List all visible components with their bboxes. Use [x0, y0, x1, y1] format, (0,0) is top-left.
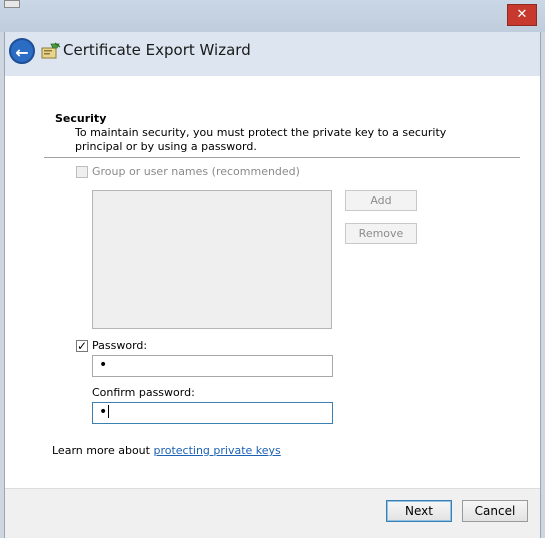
background-window-icon [4, 0, 20, 8]
group-or-user-label: Group or user names (recommended) [92, 165, 300, 178]
section-heading: Security [55, 112, 107, 125]
certificate-wizard-icon [41, 42, 61, 59]
protecting-private-keys-link[interactable]: protecting private keys [153, 444, 280, 457]
next-button[interactable]: Next [386, 500, 452, 522]
divider [44, 157, 520, 158]
wizard-title: Certificate Export Wizard [63, 41, 251, 59]
group-or-user-checkbox[interactable] [76, 166, 88, 178]
group-user-listbox[interactable] [92, 190, 332, 329]
confirm-password-field[interactable]: • [92, 402, 333, 424]
learn-more-text: Learn more about protecting private keys [52, 444, 281, 457]
certificate-export-wizard-dialog: ← Certificate Export Wizard Security To … [4, 32, 541, 538]
confirm-password-mask: • [99, 404, 108, 420]
background-window-titlebar: ✕ [0, 0, 545, 32]
close-icon[interactable]: ✕ [507, 4, 537, 26]
learn-more-prefix: Learn more about [52, 444, 154, 457]
password-checkbox[interactable]: ✓ [76, 340, 88, 352]
wizard-footer: Next Cancel [5, 488, 540, 538]
confirm-password-label: Confirm password: [92, 386, 195, 399]
password-label: Password: [92, 339, 148, 352]
password-mask: • [99, 357, 108, 373]
back-arrow-icon[interactable]: ← [9, 38, 35, 64]
wizard-header: ← Certificate Export Wizard [5, 32, 540, 76]
add-button[interactable]: Add [345, 190, 417, 211]
remove-button[interactable]: Remove [345, 223, 417, 244]
cancel-button[interactable]: Cancel [462, 500, 528, 522]
text-caret [108, 405, 110, 418]
password-field[interactable]: • [92, 355, 333, 377]
section-description: To maintain security, you must protect t… [75, 126, 447, 153]
